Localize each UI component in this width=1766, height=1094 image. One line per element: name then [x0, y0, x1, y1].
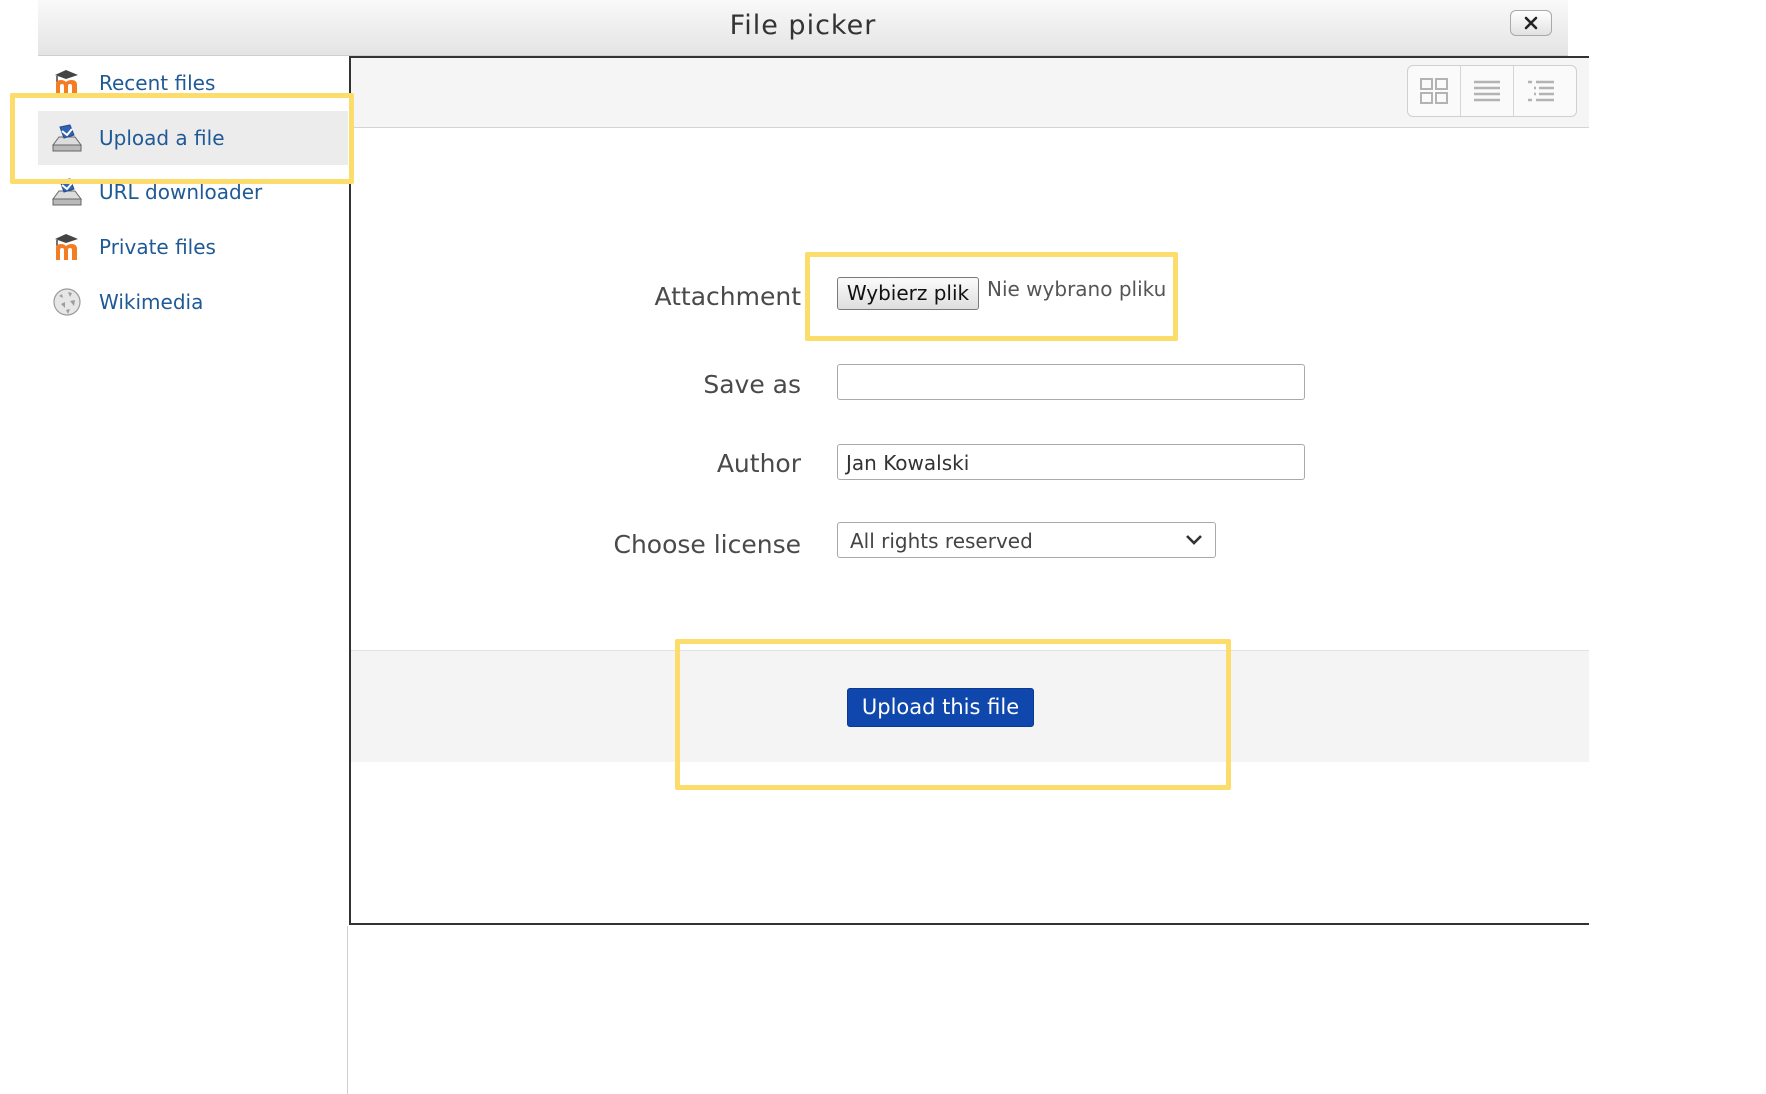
details-view-icon	[1474, 80, 1500, 102]
moodle-icon	[55, 234, 78, 260]
details-view-button[interactable]	[1461, 66, 1514, 116]
sidebar-item-private-files[interactable]: Private files	[38, 220, 348, 274]
moodle-icon	[55, 70, 78, 96]
license-selected-value: All rights reserved	[850, 529, 1033, 553]
view-mode-switcher	[1407, 65, 1577, 117]
author-input[interactable]: Jan Kowalski	[837, 444, 1305, 480]
license-label: Choose license	[613, 530, 801, 559]
tree-view-button[interactable]	[1514, 66, 1567, 116]
repository-sidebar: Recent files Upload a file URL downloade…	[38, 56, 348, 1094]
dialog-title-bar: File picker	[38, 0, 1568, 56]
file-status-text: Nie wybrano pliku	[987, 277, 1167, 301]
sidebar-item-label: URL downloader	[99, 180, 263, 204]
sidebar-item-label: Private files	[99, 235, 216, 259]
save-as-input[interactable]	[837, 364, 1305, 400]
sidebar-item-label: Wikimedia	[99, 290, 204, 314]
close-icon	[1524, 16, 1538, 30]
sidebar-item-url-downloader[interactable]: URL downloader	[38, 165, 348, 219]
sidebar-item-label: Upload a file	[99, 126, 225, 150]
upload-panel: Attachment Wybierz plik Nie wybrano plik…	[349, 56, 1589, 925]
choose-file-button[interactable]: Wybierz plik	[837, 277, 979, 310]
attachment-label: Attachment	[654, 282, 801, 311]
upload-icon	[52, 124, 82, 152]
wikimedia-icon	[53, 288, 81, 316]
sidebar-item-wikimedia[interactable]: Wikimedia	[38, 275, 348, 329]
file-picker-toolbar	[351, 58, 1589, 128]
sidebar-item-upload-a-file[interactable]: Upload a file	[38, 111, 348, 165]
save-as-label: Save as	[703, 370, 801, 399]
close-button[interactable]	[1510, 10, 1552, 36]
dialog-title: File picker	[729, 10, 877, 41]
download-icon	[52, 178, 82, 206]
author-label: Author	[716, 449, 801, 478]
upload-this-file-button[interactable]: Upload this file	[847, 688, 1034, 727]
sidebar-item-recent-files[interactable]: Recent files	[38, 56, 348, 110]
chevron-down-icon	[1186, 535, 1202, 545]
icons-view-button[interactable]	[1408, 66, 1461, 116]
icons-view-icon	[1420, 78, 1448, 104]
sidebar-divider	[347, 926, 348, 1094]
tree-view-icon	[1527, 80, 1554, 102]
license-select[interactable]: All rights reserved	[837, 522, 1216, 558]
sidebar-item-label: Recent files	[99, 71, 216, 95]
